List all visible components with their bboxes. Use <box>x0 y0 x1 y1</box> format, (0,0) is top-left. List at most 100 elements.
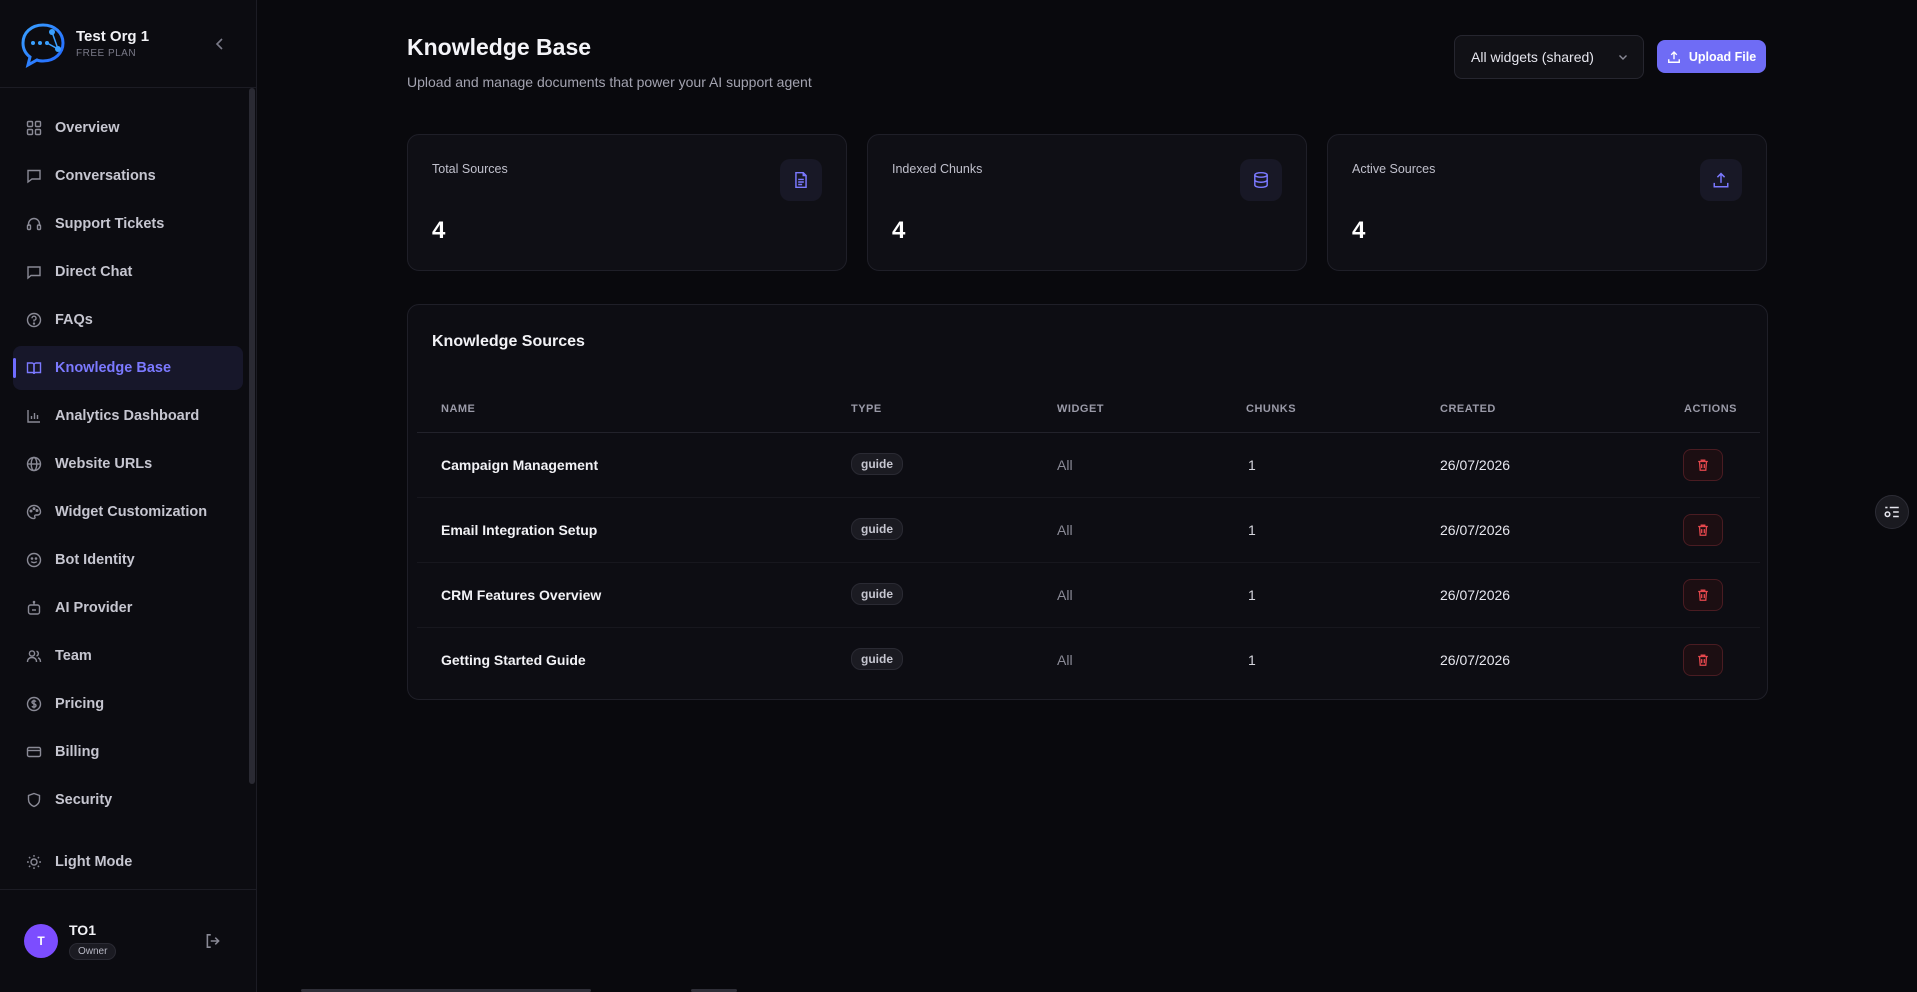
page-title: Knowledge Base <box>407 34 592 60</box>
source-name: Campaign Management <box>441 457 599 473</box>
sidebar-item-analytics-dashboard[interactable]: Analytics Dashboard <box>13 394 243 438</box>
sidebar-item-label: Overview <box>55 120 120 136</box>
light-mode-label: Light Mode <box>55 854 133 870</box>
delete-button[interactable] <box>1683 579 1723 611</box>
sidebar-item-label: Conversations <box>55 168 156 184</box>
book-icon <box>25 359 43 377</box>
column-header-created[interactable]: CREATED <box>1440 403 1496 415</box>
org-info: Test Org 1 FREE PLAN <box>76 28 149 59</box>
sidebar-item-billing[interactable]: Billing <box>13 730 243 774</box>
panel-title: Knowledge Sources <box>432 333 585 350</box>
brand-logo-icon <box>16 17 70 71</box>
table-row[interactable]: Campaign Management guide All 1 26/07/20… <box>417 433 1760 498</box>
stat-label: Active Sources <box>1352 162 1436 176</box>
delete-button[interactable] <box>1683 644 1723 676</box>
page-subtitle: Upload and manage documents that power y… <box>407 74 812 90</box>
sidebar-item-direct-chat[interactable]: Direct Chat <box>13 250 243 294</box>
type-badge: guide <box>851 648 903 670</box>
source-created: 26/07/2026 <box>1440 652 1511 668</box>
sidebar: Test Org 1 FREE PLAN Overview Conversati… <box>0 0 257 992</box>
source-chunks: 1 <box>1248 457 1256 473</box>
source-name: Getting Started Guide <box>441 652 586 668</box>
source-chunks: 1 <box>1248 522 1256 538</box>
sidebar-item-conversations[interactable]: Conversations <box>13 154 243 198</box>
chevron-down-icon <box>1619 55 1627 60</box>
sidebar-item-bot-identity[interactable]: Bot Identity <box>13 538 243 582</box>
upload-file-button[interactable]: Upload File <box>1657 40 1766 73</box>
source-created: 26/07/2026 <box>1440 457 1511 473</box>
chevron-left-icon[interactable] <box>212 36 228 52</box>
table-row[interactable]: Getting Started Guide guide All 1 26/07/… <box>417 628 1760 693</box>
sidebar-item-support-tickets[interactable]: Support Tickets <box>13 202 243 246</box>
stat-label: Indexed Chunks <box>892 162 983 176</box>
source-created: 26/07/2026 <box>1440 587 1511 603</box>
avatar[interactable]: T <box>24 924 58 958</box>
trash-icon <box>1698 589 1708 601</box>
column-header-chunks[interactable]: CHUNKS <box>1246 403 1296 415</box>
sidebar-item-overview[interactable]: Overview <box>13 106 243 150</box>
sidebar-item-pricing[interactable]: Pricing <box>13 682 243 726</box>
stat-label: Total Sources <box>432 162 508 176</box>
delete-button[interactable] <box>1683 514 1723 546</box>
bar-chart-icon <box>25 407 43 425</box>
floating-settings-button[interactable] <box>1875 495 1909 529</box>
source-chunks: 1 <box>1248 587 1256 603</box>
source-chunks: 1 <box>1248 652 1256 668</box>
table-row[interactable]: CRM Features Overview guide All 1 26/07/… <box>417 563 1760 628</box>
grid-icon <box>25 119 43 137</box>
sidebar-item-widget-customization[interactable]: Widget Customization <box>13 490 243 534</box>
sidebar-item-ai-provider[interactable]: AI Provider <box>13 586 243 630</box>
sidebar-item-knowledge-base[interactable]: Knowledge Base <box>13 346 243 390</box>
stat-value: 4 <box>892 217 906 244</box>
source-name: CRM Features Overview <box>441 587 602 603</box>
sidebar-item-label: AI Provider <box>55 600 133 616</box>
sidebar-item-label: Widget Customization <box>55 504 208 520</box>
source-widget: All <box>1057 457 1073 473</box>
column-header-name[interactable]: NAME <box>441 403 475 415</box>
source-widget: All <box>1057 652 1073 668</box>
sidebar-item-label: Website URLs <box>55 456 153 472</box>
sliders-icon <box>1884 506 1899 518</box>
column-header-type[interactable]: TYPE <box>851 403 882 415</box>
trash-icon <box>1698 459 1708 471</box>
stat-card-active-sources: Active Sources 4 <box>1327 134 1767 271</box>
source-widget: All <box>1057 587 1073 603</box>
theme-toggle-container: Light Mode <box>13 840 233 888</box>
sidebar-item-label: FAQs <box>55 312 93 328</box>
user-name: TO1 <box>69 922 96 938</box>
sidebar-item-team[interactable]: Team <box>13 634 243 678</box>
stat-card-total-sources: Total Sources 4 <box>407 134 847 271</box>
sun-icon <box>25 853 43 871</box>
message-icon <box>25 263 43 281</box>
logout-icon[interactable] <box>204 932 222 950</box>
sidebar-item-security[interactable]: Security <box>13 778 243 822</box>
upload-icon <box>1700 159 1742 201</box>
org-plan: FREE PLAN <box>76 48 137 59</box>
smile-icon <box>25 551 43 569</box>
sidebar-item-label: Knowledge Base <box>55 360 172 376</box>
sidebar-nav: Overview Conversations Support Tickets D… <box>0 88 256 822</box>
table-row[interactable]: Email Integration Setup guide All 1 26/0… <box>417 498 1760 563</box>
stat-value: 4 <box>432 217 446 244</box>
light-mode-toggle[interactable]: Light Mode <box>13 840 233 884</box>
delete-button[interactable] <box>1683 449 1723 481</box>
trash-icon <box>1698 654 1708 666</box>
type-badge: guide <box>851 583 903 605</box>
source-created: 26/07/2026 <box>1440 522 1511 538</box>
sidebar-item-label: Pricing <box>55 696 105 712</box>
role-badge: Owner <box>69 943 117 960</box>
sidebar-item-website-urls[interactable]: Website URLs <box>13 442 243 486</box>
knowledge-sources-table: NAME TYPE WIDGET CHUNKS CREATED ACTIONS … <box>417 383 1760 693</box>
main-content: Knowledge Base Upload and manage documen… <box>257 0 1917 992</box>
column-header-widget[interactable]: WIDGET <box>1057 403 1104 415</box>
user-profile: T TO1 Owner <box>0 889 256 992</box>
sidebar-item-label: Bot Identity <box>55 552 135 568</box>
table-header: NAME TYPE WIDGET CHUNKS CREATED ACTIONS <box>417 383 1760 433</box>
users-icon <box>25 647 43 665</box>
database-icon <box>1240 159 1282 201</box>
sidebar-scrollbar[interactable] <box>249 88 255 784</box>
type-badge: guide <box>851 518 903 540</box>
widget-select[interactable]: All widgets (shared) <box>1454 35 1644 79</box>
sidebar-item-label: Team <box>55 648 92 664</box>
sidebar-item-faqs[interactable]: FAQs <box>13 298 243 342</box>
